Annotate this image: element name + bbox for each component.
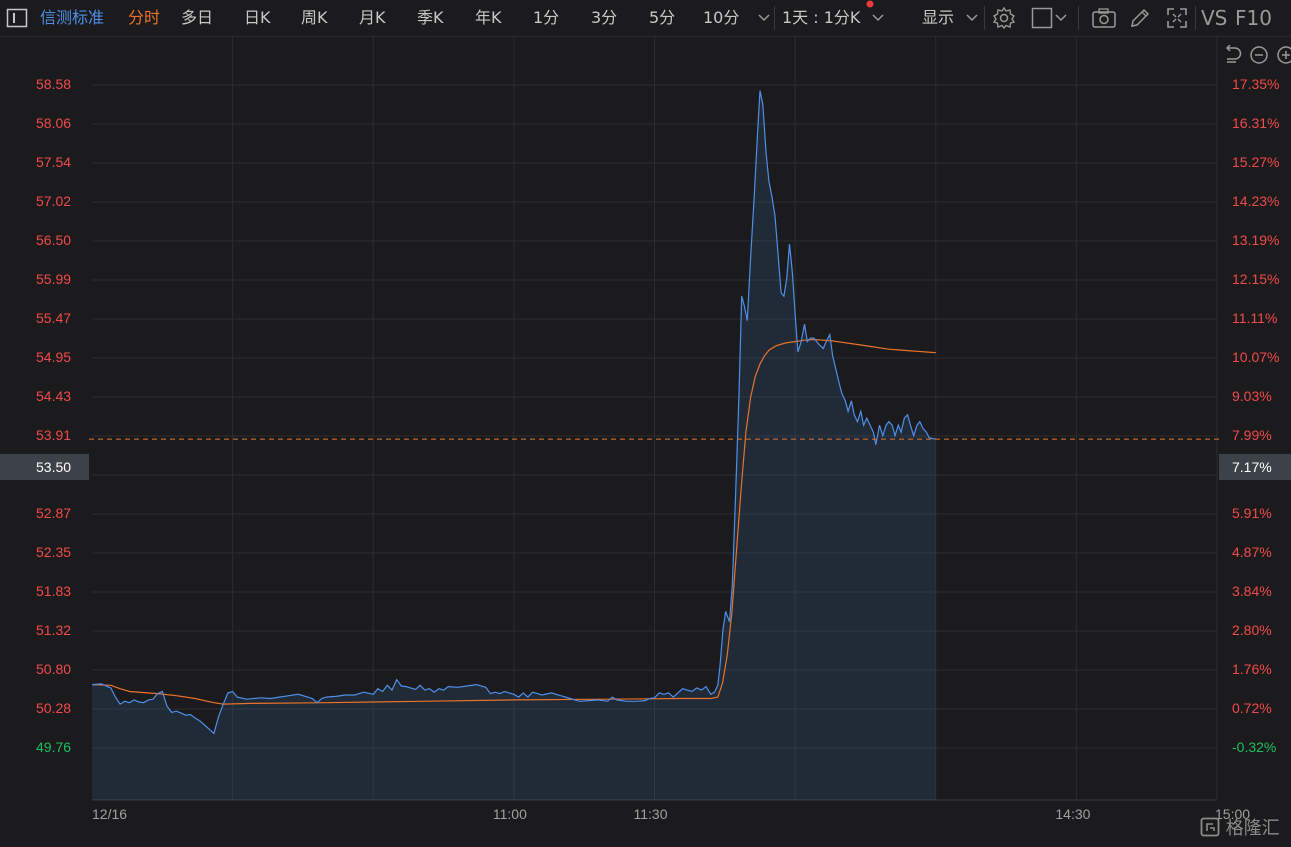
price-tick-label: 54.43 [36, 388, 72, 404]
watermark-text: 格隆汇 [1225, 818, 1280, 839]
price-tick-label: 52.87 [36, 505, 72, 521]
time-tick-label: 12/16 [92, 806, 128, 822]
price-tick-label: 51.32 [36, 622, 72, 638]
price-tick-label: 58.58 [36, 76, 72, 92]
chart-grid [92, 36, 1218, 801]
pct-tick-label: 13.19% [1232, 232, 1280, 248]
pct-tick-label: 11.11% [1232, 310, 1278, 326]
price-tick-label: 57.02 [36, 193, 72, 209]
time-tick-label: 11:30 [633, 806, 668, 822]
pct-tick-label: -0.32% [1232, 739, 1277, 755]
pct-tick-label: 0.72% [1232, 700, 1272, 716]
pct-tick-label: 9.03% [1232, 388, 1272, 404]
price-tick-label: 56.50 [36, 232, 72, 248]
pct-tick-label: 16.31% [1232, 115, 1280, 131]
price-tick-label: 55.99 [36, 271, 72, 287]
pct-tick-label: 14.23% [1232, 193, 1280, 209]
pct-tick-label: 15.27% [1232, 154, 1280, 170]
pct-tick-label: 1.76% [1232, 661, 1272, 677]
pct-tick-label: 12.15% [1232, 271, 1280, 287]
pct-tick-label: 17.35% [1232, 76, 1280, 92]
pct-tick-label: 5.91% [1232, 505, 1272, 521]
pct-tick-label: 7.99% [1232, 427, 1272, 443]
price-tick-label: 51.83 [36, 583, 72, 599]
price-tick-label: 58.06 [36, 115, 72, 131]
price-tick-label: 53.91 [36, 427, 72, 443]
price-tick-label: 49.76 [36, 739, 72, 755]
price-tick-label: 55.47 [36, 310, 72, 326]
price-tick-label: 54.95 [36, 349, 72, 365]
current-price-tag: 53.50 [0, 454, 89, 480]
time-tick-label: 11:00 [492, 806, 527, 822]
price-tick-label: 50.28 [36, 700, 72, 716]
pct-tick-label: 4.87% [1232, 544, 1272, 560]
watermark-logo: 格隆汇 [1200, 814, 1280, 840]
pct-tick-label: 3.84% [1232, 583, 1272, 599]
intraday-chart[interactable] [0, 0, 1291, 847]
price-tick-label: 52.35 [36, 544, 72, 560]
price-tick-label: 50.80 [36, 661, 72, 677]
pct-tick-label: 2.80% [1232, 622, 1272, 638]
pct-tick-label: 10.07% [1232, 349, 1280, 365]
current-pct-tag: 7.17% [1219, 454, 1291, 480]
price-tick-label: 57.54 [36, 154, 72, 170]
time-tick-label: 14:30 [1055, 806, 1091, 822]
